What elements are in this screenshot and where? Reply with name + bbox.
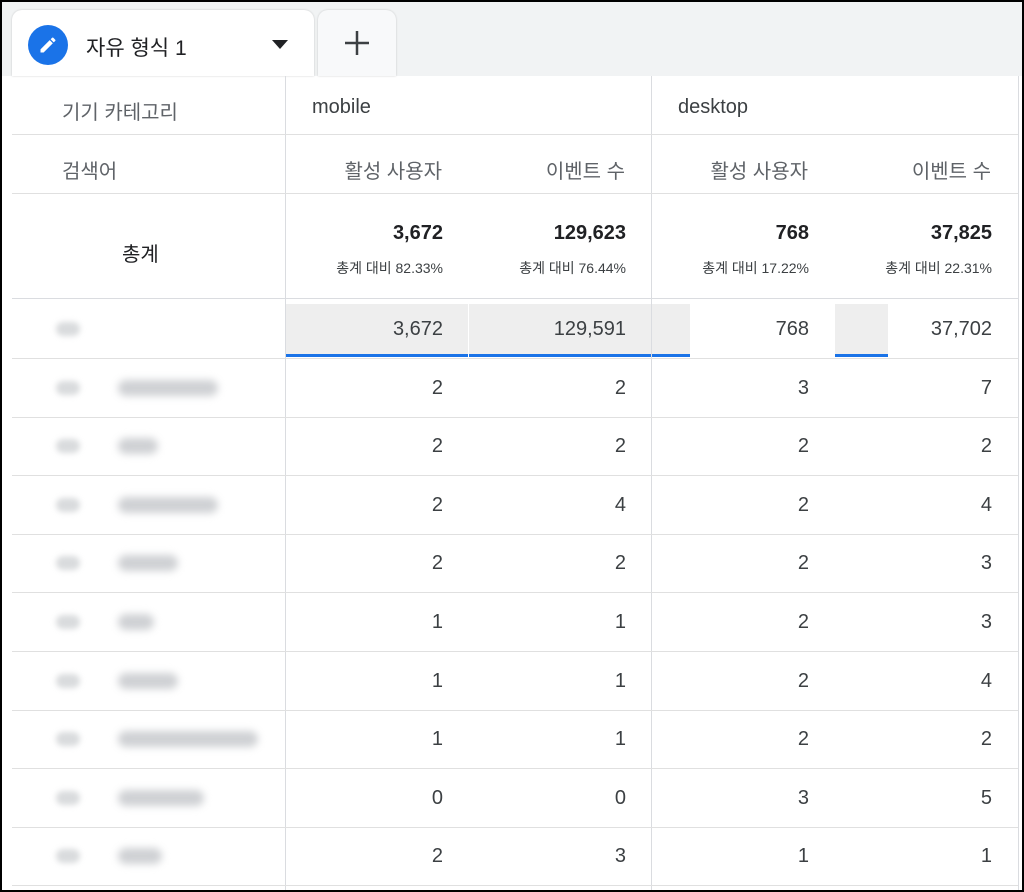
dimension-header[interactable]: 기기 카테고리 [62, 96, 178, 125]
search-term-blurred [118, 790, 204, 806]
total-percent: 총계 대비 17.22% [702, 260, 809, 276]
report-frame: 자유 형식 1 기기 카테고리 mobile desktop 검색어 활성 사용… [0, 0, 1024, 892]
chevron-down-icon[interactable] [272, 40, 288, 49]
table-cell: 1 [980, 845, 992, 867]
tab-label: 자유 형식 1 [86, 37, 187, 60]
divider [12, 298, 1018, 299]
tab-bar: 자유 형식 1 [2, 2, 1022, 76]
metric-header[interactable]: 활성 사용자 [286, 155, 442, 184]
table-cell: 1 [614, 728, 626, 750]
table-cell: 37,702 [930, 318, 992, 340]
row-index-blurred [56, 381, 80, 395]
divider [12, 193, 1018, 194]
table-cell: 3 [980, 611, 992, 633]
column-group-desktop[interactable]: desktop [678, 96, 748, 119]
totals-label: 총계 [122, 244, 159, 266]
table-cell: 3 [980, 552, 992, 574]
row-index-blurred [56, 322, 80, 336]
table-cell: 2 [431, 377, 443, 399]
table-cell: 3 [797, 787, 809, 809]
table-cell: 4 [614, 494, 626, 516]
table-cell: 1 [431, 611, 443, 633]
total-percent: 총계 대비 22.31% [885, 260, 992, 276]
total-percent: 총계 대비 76.44% [519, 260, 626, 276]
divider [1018, 76, 1019, 890]
total-value: 768 [775, 222, 809, 244]
table-cell: 2 [431, 435, 443, 457]
table-cell: 2 [797, 611, 809, 633]
column-group-mobile[interactable]: mobile [312, 96, 371, 119]
search-term-blurred [118, 731, 258, 747]
add-tab-button[interactable] [318, 10, 396, 76]
table-cell: 2 [797, 435, 809, 457]
table-cell: 2 [797, 728, 809, 750]
table-cell: 1 [614, 670, 626, 692]
table-cell: 2 [431, 494, 443, 516]
row-dimension-header[interactable]: 검색어 [62, 155, 117, 184]
table-cell: 1 [431, 670, 443, 692]
table-cell: 7 [980, 377, 992, 399]
table-cell: 5 [980, 787, 992, 809]
metric-header[interactable]: 이벤트 수 [835, 155, 991, 184]
table-cell: 2 [614, 435, 626, 457]
table-cell: 4 [980, 494, 992, 516]
table-cell: 2 [614, 552, 626, 574]
tab-free-form-1[interactable]: 자유 형식 1 [12, 10, 314, 76]
row-index-blurred [56, 556, 80, 570]
search-term-blurred [118, 614, 154, 630]
table-cell: 129,591 [553, 318, 626, 340]
table-cell: 2 [797, 552, 809, 574]
total-value: 37,825 [930, 222, 992, 244]
search-term-blurred [118, 848, 162, 864]
row-index-blurred [56, 615, 80, 629]
row-index-blurred [56, 791, 80, 805]
row-index-blurred [56, 732, 80, 746]
total-value: 3,672 [392, 222, 443, 244]
data-table: 기기 카테고리 mobile desktop 검색어 활성 사용자 이벤트 수 … [12, 76, 1022, 890]
search-term-blurred [118, 497, 218, 513]
row-index-blurred [56, 498, 80, 512]
metric-header[interactable]: 활성 사용자 [652, 155, 808, 184]
table-cell: 0 [614, 787, 626, 809]
table-cell: 1 [431, 728, 443, 750]
divider [12, 134, 1018, 135]
row-index-blurred [56, 849, 80, 863]
table-cell: 768 [775, 318, 809, 340]
row-index-blurred [56, 674, 80, 688]
row-divider [12, 885, 1018, 886]
table-cell: 2 [797, 494, 809, 516]
table-cell: 2 [431, 552, 443, 574]
table-cell: 1 [614, 611, 626, 633]
metric-header[interactable]: 이벤트 수 [469, 155, 625, 184]
table-cell: 2 [980, 435, 992, 457]
row-index-blurred [56, 439, 80, 453]
edit-icon[interactable] [28, 25, 68, 65]
plus-icon [345, 31, 369, 55]
table-cell: 1 [797, 845, 809, 867]
table-cell: 3,672 [392, 318, 443, 340]
search-term-blurred [118, 555, 178, 571]
table-cell: 0 [431, 787, 443, 809]
table-cell: 2 [431, 845, 443, 867]
search-term-blurred [118, 438, 158, 454]
table-cell: 2 [614, 377, 626, 399]
table-cell: 3 [614, 845, 626, 867]
total-value: 129,623 [553, 222, 626, 244]
search-term-blurred [118, 380, 218, 396]
table-cell: 2 [797, 670, 809, 692]
table-cell: 4 [980, 670, 992, 692]
total-percent: 총계 대비 82.33% [336, 260, 443, 276]
table-cell: 2 [980, 728, 992, 750]
search-term-blurred [118, 673, 178, 689]
table-cell: 3 [797, 377, 809, 399]
